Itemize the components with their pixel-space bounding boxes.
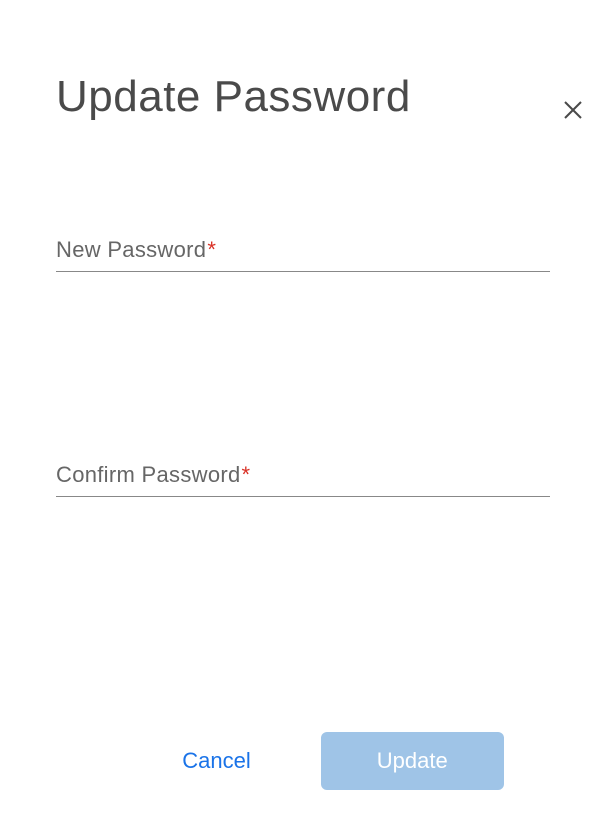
update-button[interactable]: Update <box>321 732 504 790</box>
field-underline <box>56 271 550 272</box>
dialog-title: Update Password <box>56 72 606 122</box>
new-password-label: New Password <box>56 237 206 263</box>
button-row: Cancel Update <box>0 732 606 790</box>
field-underline <box>56 496 550 497</box>
required-indicator: * <box>242 462 251 487</box>
confirm-password-label: Confirm Password <box>56 462 241 488</box>
close-button[interactable] <box>558 97 588 127</box>
confirm-password-field-group: Confirm Password* <box>56 462 550 497</box>
required-indicator: * <box>207 237 216 262</box>
new-password-field-group: New Password* <box>56 237 550 272</box>
close-icon <box>561 98 585 127</box>
cancel-button[interactable]: Cancel <box>162 738 270 784</box>
